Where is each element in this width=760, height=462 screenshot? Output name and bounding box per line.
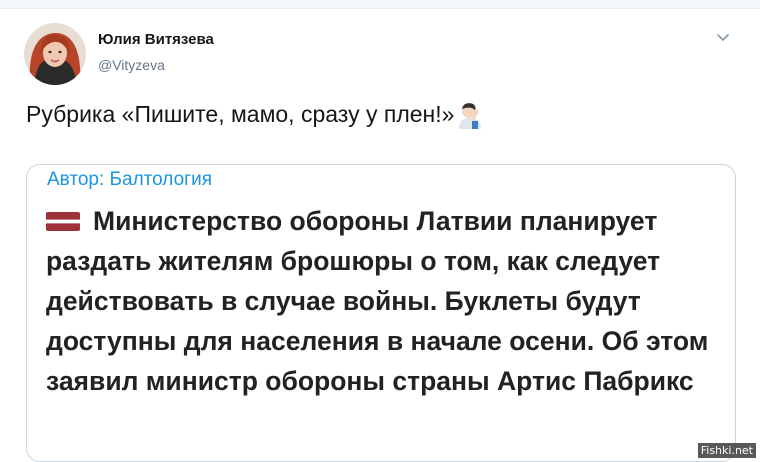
chevron-down-icon[interactable]	[714, 31, 732, 45]
avatar[interactable]	[24, 23, 86, 85]
quote-text: Министерство обороны Латвии планирует ра…	[46, 201, 726, 401]
tweet-card: Юлия Витязева @Vityzeva Рубрика «Пишите,…	[0, 9, 760, 462]
author-name[interactable]: Юлия Витязева	[98, 31, 214, 48]
quote-author[interactable]: Автор: Балтология	[47, 169, 212, 191]
author-handle[interactable]: @Vityzeva	[98, 57, 165, 73]
top-divider	[0, 0, 760, 9]
tweet-body: Рубрика «Пишите, мамо, сразу у плен!»	[26, 100, 455, 127]
latvia-flag-icon	[46, 212, 80, 231]
man-facepalming-icon	[457, 99, 483, 129]
tweet-text: Рубрика «Пишите, мамо, сразу у плен!»	[26, 99, 483, 129]
quoted-post[interactable]: Автор: Балтология Министерство обороны Л…	[26, 164, 736, 462]
quote-body: Министерство обороны Латвии планирует ра…	[46, 206, 709, 396]
watermark: Fishki.net	[697, 443, 756, 458]
